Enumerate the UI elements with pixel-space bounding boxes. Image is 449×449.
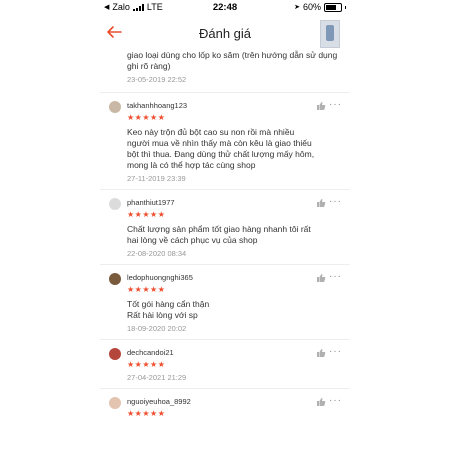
avatar[interactable] (109, 397, 121, 409)
like-icon[interactable] (316, 348, 326, 358)
avatar[interactable] (109, 348, 121, 360)
review-date: 22-08-2020 08:34 (127, 249, 187, 258)
more-options-icon[interactable]: ··· (329, 271, 342, 282)
like-icon[interactable] (316, 273, 326, 283)
phone-screen: ◀ Zalo LTE 22:48 ➤ 60% Đánh giá giao loạ… (100, 0, 350, 449)
page-title: Đánh giá (198, 26, 252, 41)
review-item: ledophuongnghi365 ··· ★★★★★ Tốt gói hàng… (100, 264, 350, 339)
more-options-icon[interactable]: ··· (329, 196, 342, 207)
battery-tip (345, 5, 346, 9)
review-item: nguoiyeuhoa_8992 ··· ★★★★★ (100, 388, 350, 425)
status-bar: ◀ Zalo LTE 22:48 ➤ 60% (100, 0, 350, 16)
review-date: 27-11-2019 23:39 (127, 174, 186, 183)
avatar[interactable] (109, 198, 121, 210)
status-right: ➤ 60% (294, 2, 346, 12)
more-options-icon[interactable]: ··· (329, 346, 342, 357)
review-date: 23-05-2019 22:52 (127, 75, 187, 84)
review-item: dechcandoi21 ··· ★★★★★ 27-04-2021 21:29 (100, 339, 350, 388)
review-item: phanthiut1977 ··· ★★★★★ Chất lượng sản p… (100, 189, 350, 264)
star-rating: ★★★★★ (127, 210, 166, 219)
more-options-icon[interactable]: ··· (329, 395, 342, 406)
review-username: dechcandoi21 (127, 348, 174, 357)
avatar[interactable] (109, 101, 121, 113)
review-item: takhanhhoang123 ··· ★★★★★ Keo này trộn đ… (100, 92, 350, 189)
review-date: 27-04-2021 21:29 (127, 373, 187, 382)
page-header: Đánh giá (100, 16, 350, 50)
star-rating: ★★★★★ (127, 360, 166, 369)
avatar[interactable] (109, 273, 121, 285)
star-rating: ★★★★★ (127, 285, 166, 294)
review-username: nguoiyeuhoa_8992 (127, 397, 191, 406)
product-thumbnail[interactable] (320, 20, 340, 48)
more-options-icon[interactable]: ··· (329, 99, 342, 110)
review-username: phanthiut1977 (127, 198, 175, 207)
star-rating: ★★★★★ (127, 409, 166, 418)
battery-icon (324, 2, 342, 12)
review-date: 18-09-2020 20:02 (127, 324, 187, 333)
review-username: ledophuongnghi365 (127, 273, 193, 282)
review-partial: giao loại dùng cho lốp ko săm (trên hướn… (100, 50, 350, 84)
review-text: Tốt gói hàng cẩn thận Rất hài lòng với s… (127, 299, 210, 320)
review-list: giao loại dùng cho lốp ko săm (trên hướn… (100, 50, 350, 425)
review-text: Chất lượng sản phẩm tốt giao hàng nhanh … (127, 224, 311, 245)
review-text: giao loại dùng cho lốp ko săm (trên hướn… (127, 50, 338, 71)
like-icon[interactable] (316, 397, 326, 407)
star-rating: ★★★★★ (127, 113, 166, 122)
review-username: takhanhhoang123 (127, 101, 188, 110)
like-icon[interactable] (316, 198, 326, 208)
review-text: Keo này trộn đủ bột cao su non rồi mà nh… (127, 127, 315, 170)
like-icon[interactable] (316, 101, 326, 111)
battery-percent: 60% (302, 2, 321, 12)
location-icon: ➤ (294, 4, 300, 11)
